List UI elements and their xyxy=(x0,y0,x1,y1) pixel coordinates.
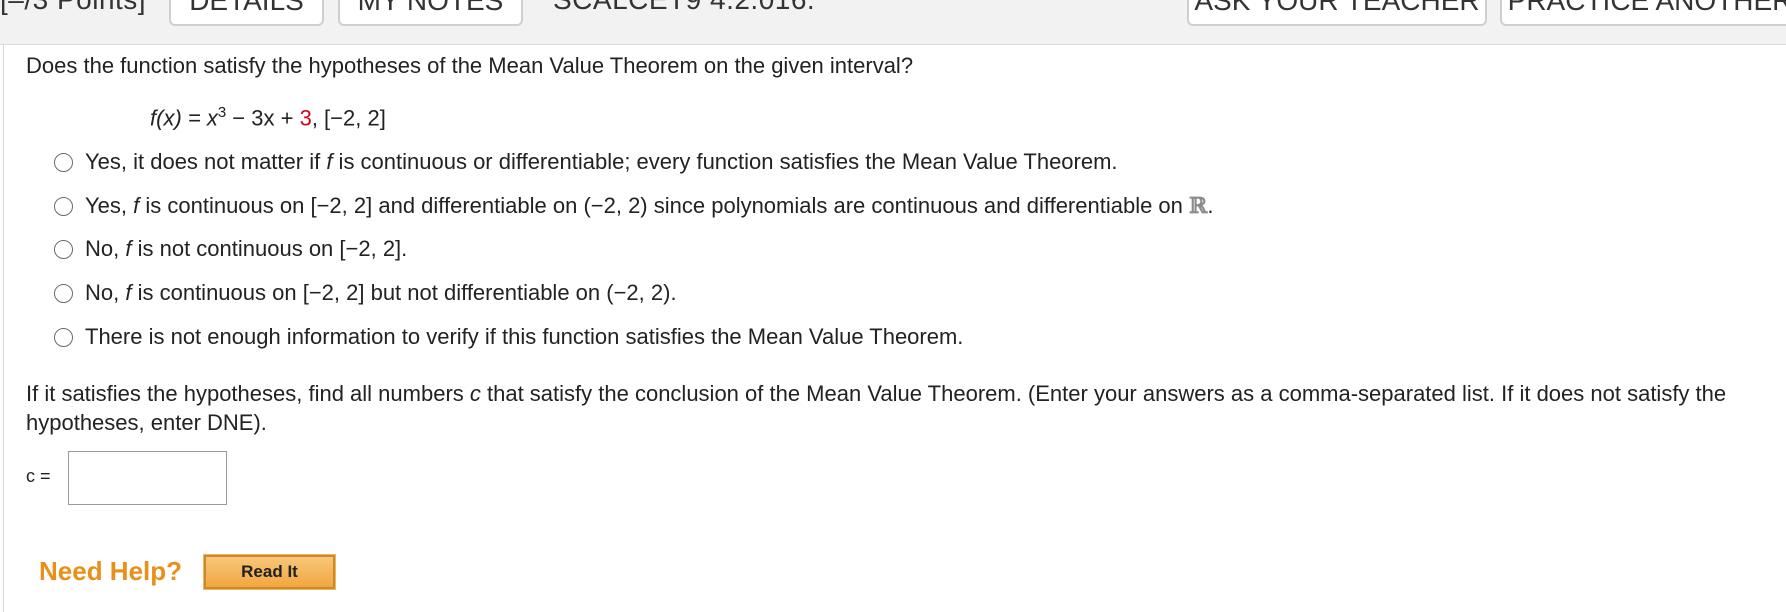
details-button[interactable]: DETAILS xyxy=(169,0,324,26)
followup-part1: If it satisfies the hypotheses, find all… xyxy=(26,381,470,406)
radio-button[interactable] xyxy=(54,196,73,216)
option-label: No, f is not continuous on [−2, 2]. xyxy=(85,236,407,262)
function-expression: f(x) = x3 − 3x + 3, [−2, 2] xyxy=(150,104,386,131)
option-text-prefix: Yes, it does not matter if xyxy=(85,149,327,174)
c-equals-label: c = xyxy=(26,466,51,486)
need-help-label: Need Help? xyxy=(39,556,183,586)
radio-button[interactable] xyxy=(54,283,73,303)
followup-c: c xyxy=(469,381,481,406)
radio-button[interactable] xyxy=(54,239,73,259)
option-text-prefix: No, xyxy=(85,236,126,261)
option-yes-polynomial[interactable]: Yes, f is continuous on [−2, 2] and diff… xyxy=(54,191,1213,221)
option-no-not-continuous[interactable]: No, f is not continuous on [−2, 2]. xyxy=(54,234,407,264)
ask-your-teacher-button[interactable]: ASK YOUR TEACHER xyxy=(1187,0,1487,26)
option-text-prefix: No, xyxy=(85,280,126,305)
problem-code: SCALCET9 4.2.016. xyxy=(553,0,815,16)
c-answer-input[interactable] xyxy=(68,451,227,505)
function-middle: − 3x + xyxy=(226,105,300,131)
option-text-suffix: is not continuous on [−2, 2]. xyxy=(131,236,408,261)
option-label: Yes, f is continuous on [−2, 2] and diff… xyxy=(85,193,1213,219)
my-notes-button[interactable]: MY NOTES xyxy=(338,0,523,26)
option-label: No, f is continuous on [−2, 2] but not d… xyxy=(85,280,677,306)
practice-another-label: PRACTICE ANOTHER xyxy=(1507,0,1786,16)
panel-border xyxy=(3,45,4,612)
radio-button[interactable] xyxy=(54,152,73,172)
option-label: There is not enough information to verif… xyxy=(85,324,964,349)
function-lhs: f(x) = x xyxy=(150,105,218,131)
option-label: Yes, it does not matter if f is continuo… xyxy=(85,149,1118,175)
option-no-not-differentiable[interactable]: No, f is continuous on [−2, 2] but not d… xyxy=(54,278,677,308)
option-not-enough-info[interactable]: There is not enough information to verif… xyxy=(54,322,963,352)
function-interval: , [−2, 2] xyxy=(311,105,386,131)
option-yes-any-function[interactable]: Yes, it does not matter if f is continuo… xyxy=(54,147,1118,177)
top-toolbar: [–/3 Points] DETAILS MY NOTES SCALCET9 4… xyxy=(0,0,1786,45)
followup-instructions: If it satisfies the hypotheses, find all… xyxy=(26,379,1771,437)
points-label: [–/3 Points] xyxy=(0,0,146,16)
practice-another-button[interactable]: PRACTICE ANOTHER xyxy=(1500,0,1786,26)
details-label: DETAILS xyxy=(189,0,304,16)
function-constant: 3 xyxy=(299,105,312,131)
option-text-end: . xyxy=(1207,193,1214,218)
option-text-suffix: is continuous or differentiable; every f… xyxy=(332,149,1118,174)
ask-your-teacher-label: ASK YOUR TEACHER xyxy=(1194,0,1480,16)
read-it-button[interactable]: Read It xyxy=(203,554,336,590)
option-text-prefix: Yes, xyxy=(85,193,134,218)
reals-symbol: ℝ xyxy=(1189,193,1208,219)
option-text-suffix: is continuous on [−2, 2] but not differe… xyxy=(131,280,677,305)
my-notes-label: MY NOTES xyxy=(357,0,504,16)
question-prompt: Does the function satisfy the hypotheses… xyxy=(26,53,914,78)
function-exponent: 3 xyxy=(217,104,227,121)
read-it-label: Read It xyxy=(241,562,298,581)
radio-button[interactable] xyxy=(54,327,73,347)
option-text-suffix: is continuous on [−2, 2] and differentia… xyxy=(139,193,1190,218)
